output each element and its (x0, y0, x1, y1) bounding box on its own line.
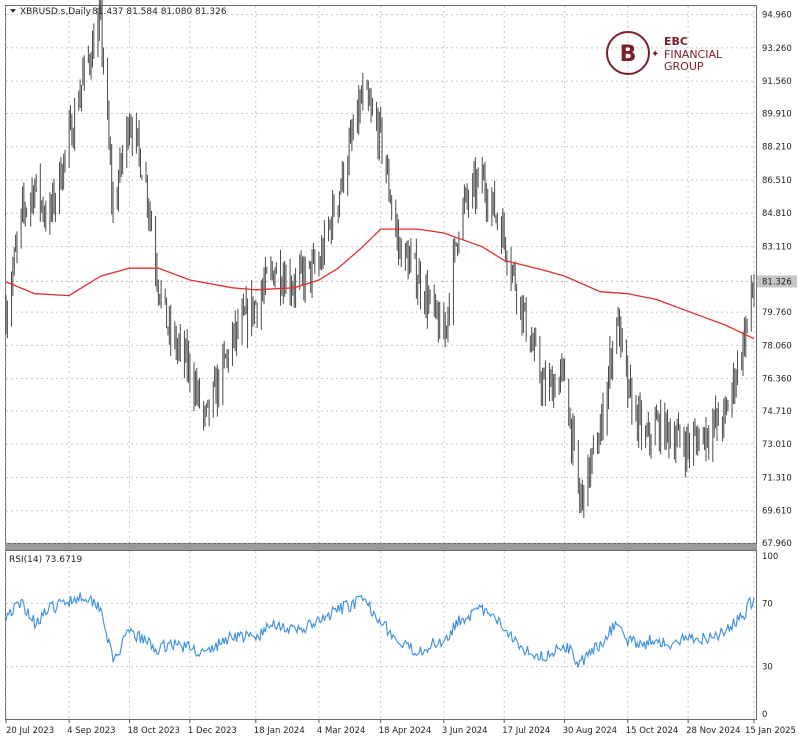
main-grid (5, 6, 756, 544)
symbol-title: XBRUSD.s,Daily (20, 7, 92, 17)
chart-frame: 94.960 93.260 91.560 89.910 88.210 86.510 84.8… (0, 0, 799, 741)
rsi-title: RSI(14) 73.6719 (9, 555, 82, 565)
time-tick-label: 30 Aug 2024 (563, 726, 617, 736)
time-tick-label: 15 Jan 2025 (745, 726, 796, 736)
price-tick-label: 74.710 (762, 407, 792, 417)
time-tick-label: 3 Jun 2024 (442, 726, 488, 736)
rsi-tick-label: 0 (762, 710, 767, 720)
price-tick-label: 79.760 (762, 308, 792, 318)
rsi-axis: 100 70 30 0 (762, 552, 778, 720)
price-tick-label: 67.960 (762, 539, 792, 549)
price-tick-label: 76.360 (762, 375, 792, 385)
panel-separator (5, 544, 757, 550)
moving-average-layer (5, 228, 755, 340)
rsi-line (5, 592, 755, 668)
ebc-logo: B ✦ EBC FINANCIAL GROUP (606, 31, 723, 75)
time-tick-label: 28 Nov 2024 (686, 726, 740, 736)
time-tick-label: 20 Jul 2023 (6, 726, 54, 736)
rsi-layer (5, 592, 755, 668)
price-tick-label: 71.310 (762, 473, 792, 483)
ohlc-readout: 81.437 81.584 81.080 81.326 (92, 7, 227, 17)
price-tick-label: 91.560 (762, 77, 792, 87)
price-tick-label: 84.810 (762, 209, 792, 219)
time-tick-label: 4 Sep 2023 (67, 726, 115, 736)
chart-svg: 94.960 93.260 91.560 89.910 88.210 86.510 84.8… (5, 0, 797, 736)
dropdown-triangle-icon[interactable] (10, 9, 16, 13)
logo-monogram-icon: B (620, 42, 637, 67)
price-axis: 94.960 93.260 91.560 89.910 88.210 86.510 84.8… (757, 11, 797, 549)
rsi-grid (5, 551, 756, 719)
logo-star-icon: ✦ (651, 49, 659, 60)
logo-line1: EBC (664, 35, 688, 48)
time-tick-label: 18 Oct 2023 (128, 726, 181, 736)
price-tick-label: 78.060 (762, 341, 792, 351)
time-tick-label: 4 Mar 2024 (317, 726, 365, 736)
price-bars (5, 0, 755, 518)
rsi-panel-border (5, 550, 757, 720)
price-tick-label: 88.210 (762, 143, 792, 153)
time-axis: 20 Jul 2023 4 Sep 2023 18 Oct 2023 1 Dec 20… (5, 719, 796, 736)
price-tick-label: 93.260 (762, 44, 792, 54)
logo-line3: GROUP (664, 60, 704, 73)
rsi-tick-label: 100 (762, 552, 778, 562)
time-tick-label: 17 Jul 2024 (502, 726, 550, 736)
price-tick-label: 89.910 (762, 109, 792, 119)
price-tick-label: 86.510 (762, 176, 792, 186)
moving-average-line (5, 228, 755, 340)
rsi-tick-label: 70 (762, 599, 773, 609)
rsi-tick-label: 30 (762, 663, 773, 673)
price-tick-label: 73.010 (762, 440, 792, 450)
time-tick-label: 18 Jan 2024 (254, 726, 305, 736)
price-tick-label: 83.110 (762, 243, 792, 253)
time-tick-label: 15 Oct 2024 (626, 726, 679, 736)
price-tick-label: 69.610 (762, 507, 792, 517)
time-tick-label: 18 Apr 2024 (379, 726, 432, 736)
price-tick-label: 94.960 (762, 11, 792, 21)
current-price-label: 81.326 (762, 277, 792, 287)
time-tick-label: 1 Dec 2023 (188, 726, 237, 736)
